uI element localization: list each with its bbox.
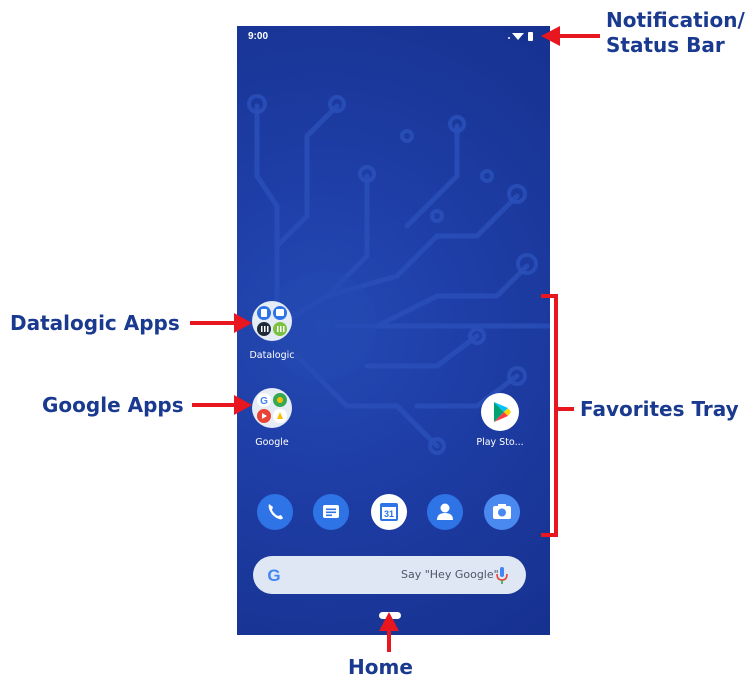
datalogic-arrowhead-icon bbox=[234, 313, 252, 333]
favorites-bracket bbox=[541, 294, 558, 537]
google-callout: Google Apps bbox=[42, 393, 184, 417]
notification-arrowhead-icon bbox=[541, 26, 560, 46]
annotation-overlay bbox=[190, 26, 600, 652]
favorites-callout: Favorites Tray bbox=[580, 397, 739, 421]
home-arrowhead-icon bbox=[379, 612, 399, 631]
datalogic-callout: Datalogic Apps bbox=[10, 311, 180, 335]
notification-callout: Notification/ Status Bar bbox=[606, 8, 745, 57]
google-arrowhead-icon bbox=[234, 395, 252, 415]
home-callout: Home bbox=[348, 655, 413, 679]
